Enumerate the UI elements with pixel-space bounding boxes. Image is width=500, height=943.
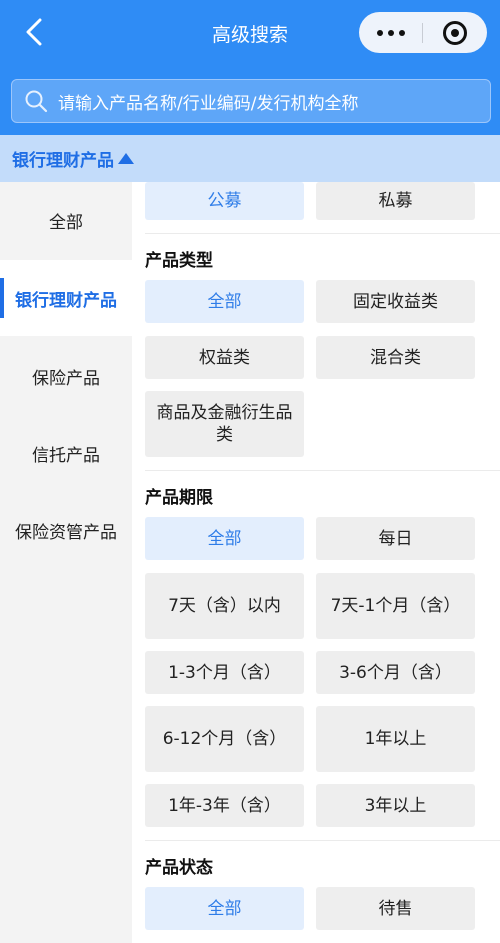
search-placeholder: 请输入产品名称/行业编码/发行机构全称: [58, 93, 359, 114]
option-status-pending-sale[interactable]: 待售: [316, 887, 475, 930]
search-icon: [25, 90, 48, 113]
section-title-product-term: 产品期限: [145, 488, 213, 508]
sidebar-item-label: 保险产品: [32, 368, 100, 389]
option-label: 每日: [378, 528, 413, 549]
option-label: 7天（含）以内: [168, 596, 281, 616]
target-icon[interactable]: [423, 12, 486, 53]
mini-program-capsule: [359, 12, 487, 53]
section-divider: [145, 470, 500, 471]
option-label: 混合类: [370, 347, 421, 368]
section-divider: [145, 840, 500, 841]
sidebar-item-all[interactable]: 全部: [0, 182, 132, 258]
option-label: 3-6个月（含）: [339, 662, 452, 683]
filter-panel: 公募 私募 产品类型 全部 固定收益类 权益类 混合类 商品及金融衍生品类 产品…: [132, 182, 500, 943]
option-label: 1-3个月（含）: [168, 662, 281, 683]
header: 高级搜索 请输入产品名称/行业编码/发行机构全称: [0, 0, 500, 135]
option-label: 私募: [378, 191, 413, 211]
option-status-all[interactable]: 全部: [145, 887, 304, 930]
sidebar-item-label: 银行理财产品: [15, 290, 117, 311]
sidebar-item-label: 保险资管产品: [15, 522, 117, 543]
option-label: 全部: [207, 291, 242, 312]
sidebar-item-bank-wealth[interactable]: 银行理财产品: [0, 260, 132, 336]
option-term-daily[interactable]: 每日: [316, 517, 475, 560]
option-type-all[interactable]: 全部: [145, 280, 304, 323]
option-type-commodity-derivatives[interactable]: 商品及金融衍生品类: [145, 391, 304, 457]
option-term-1-3m[interactable]: 1-3个月（含）: [145, 651, 304, 694]
option-label: 全部: [207, 898, 242, 919]
sidebar-item-insurance-asset-mgmt[interactable]: 保险资管产品: [0, 492, 132, 568]
option-term-all[interactable]: 全部: [145, 517, 304, 560]
option-term-over-3y[interactable]: 3年以上: [316, 784, 475, 827]
option-type-mixed[interactable]: 混合类: [316, 336, 475, 379]
option-label: 7天-1个月（含）: [330, 596, 461, 616]
option-type-fixed-income[interactable]: 固定收益类: [316, 280, 475, 323]
section-title-product-type: 产品类型: [145, 251, 213, 271]
sidebar-item-label: 全部: [49, 212, 83, 233]
option-label: 待售: [378, 898, 413, 919]
option-term-within-7d[interactable]: 7天（含）以内: [145, 573, 304, 639]
section-divider: [145, 233, 500, 234]
more-dots-icon[interactable]: [359, 12, 422, 53]
option-label: 权益类: [199, 347, 250, 368]
category-label: 银行理财产品: [12, 151, 114, 171]
option-term-1y-3y[interactable]: 1年-3年（含）: [145, 784, 304, 827]
sidebar-item-insurance[interactable]: 保险产品: [0, 338, 132, 414]
option-label: 公募: [207, 191, 242, 211]
search-input[interactable]: 请输入产品名称/行业编码/发行机构全称: [11, 79, 491, 123]
option-term-over-1y[interactable]: 1年以上: [316, 706, 475, 772]
option-label: 全部: [207, 528, 242, 549]
option-type-equity[interactable]: 权益类: [145, 336, 304, 379]
triangle-up-icon: [118, 153, 134, 164]
sidebar: 全部 银行理财产品 保险产品 信托产品 保险资管产品: [0, 182, 132, 943]
category-dropdown[interactable]: 银行理财产品: [0, 135, 500, 182]
option-term-7d-1m[interactable]: 7天-1个月（含）: [316, 573, 475, 639]
option-private-offering[interactable]: 私募: [316, 182, 475, 220]
option-label: 1年以上: [364, 729, 427, 749]
option-label: 6-12个月（含）: [162, 729, 287, 749]
option-label: 1年-3年（含）: [168, 795, 281, 816]
option-label: 3年以上: [364, 795, 427, 816]
sidebar-item-trust[interactable]: 信托产品: [0, 415, 132, 491]
section-title-product-status: 产品状态: [145, 858, 213, 878]
sidebar-item-label: 信托产品: [32, 445, 100, 466]
option-label: 商品及金融衍生品类: [156, 403, 293, 445]
option-label: 固定收益类: [353, 291, 438, 312]
option-term-3-6m[interactable]: 3-6个月（含）: [316, 651, 475, 694]
option-term-6-12m[interactable]: 6-12个月（含）: [145, 706, 304, 772]
option-public-offering[interactable]: 公募: [145, 182, 304, 220]
